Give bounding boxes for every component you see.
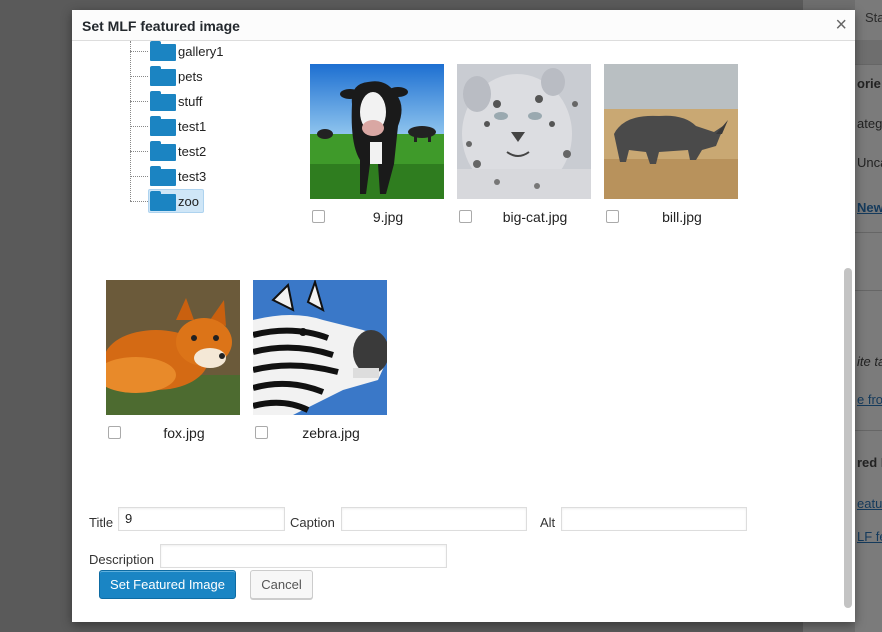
divider	[855, 290, 882, 291]
folder-item-test1[interactable]: test1	[130, 116, 290, 138]
image-checkbox[interactable]	[255, 426, 268, 439]
folder-icon	[150, 91, 176, 111]
alt-label: Alt	[540, 515, 556, 530]
folder-label: test1	[178, 119, 207, 134]
bg-link-tags: e fro	[857, 392, 882, 407]
alt-input[interactable]	[561, 507, 747, 531]
folder-label: test2	[178, 144, 207, 159]
folder-icon	[150, 166, 176, 186]
bg-link-featured: eature	[857, 496, 882, 511]
folder-item-stuff[interactable]: stuff	[130, 91, 290, 113]
image-thumbnail-zebra[interactable]	[253, 280, 387, 415]
image-checkbox[interactable]	[459, 210, 472, 223]
tree-branch	[130, 76, 148, 77]
image-tile[interactable]: fox.jpg	[106, 280, 246, 455]
caption-label: Caption	[290, 515, 335, 530]
dialog-header: Set MLF featured image ×	[72, 10, 855, 41]
featured-image-dialog: Set MLF featured image × gallery1 pets s…	[72, 10, 855, 622]
bg-text-tags: ite ta	[857, 354, 882, 369]
dialog-title: Set MLF featured image	[82, 18, 240, 34]
divider	[855, 430, 882, 431]
folder-item-test3[interactable]: test3	[130, 166, 290, 188]
folder-label: gallery1	[178, 44, 224, 59]
screen-options-tab: Sta	[855, 0, 882, 40]
title-input[interactable]: 9	[118, 507, 285, 531]
folder-label: zoo	[178, 194, 199, 209]
folder-icon	[150, 141, 176, 161]
folder-icon	[150, 191, 176, 211]
bg-link-mlf-featured: LF fea	[857, 529, 882, 544]
image-thumbnail-snow-leopard[interactable]	[457, 64, 591, 199]
image-filename: bill.jpg	[662, 209, 702, 225]
tree-branch	[130, 176, 148, 177]
image-thumbnail-rhino[interactable]	[604, 64, 738, 199]
scrollbar-thumb[interactable]	[844, 268, 852, 608]
bg-link-new: New	[857, 200, 882, 215]
folder-icon	[150, 116, 176, 136]
image-filename: 9.jpg	[372, 209, 404, 225]
image-checkbox[interactable]	[606, 210, 619, 223]
image-tile[interactable]: 9.jpg	[310, 64, 450, 239]
folder-item-test2[interactable]: test2	[130, 141, 290, 163]
folder-icon	[150, 41, 176, 61]
image-tile[interactable]: zebra.jpg	[253, 280, 393, 455]
folder-tree: gallery1 pets stuff test1 test2 test3 zo…	[128, 41, 308, 231]
bg-text-uncategorized: Unca	[857, 155, 882, 170]
folder-item-pets[interactable]: pets	[130, 66, 290, 88]
image-tile[interactable]: big-cat.jpg	[457, 64, 597, 239]
tree-branch	[130, 151, 148, 152]
divider	[855, 64, 882, 65]
image-thumbnail-fox[interactable]	[106, 280, 240, 415]
title-label: Title	[89, 515, 114, 530]
folder-label: pets	[178, 69, 203, 84]
dialog-scrollbar[interactable]	[844, 41, 852, 611]
admin-metabox-backdrop	[855, 64, 882, 632]
image-checkbox[interactable]	[108, 426, 121, 439]
dialog-body: gallery1 pets stuff test1 test2 test3 zo…	[72, 41, 855, 622]
tree-branch	[130, 201, 148, 202]
folder-item-gallery1[interactable]: gallery1	[130, 41, 290, 63]
image-filename: fox.jpg	[163, 425, 205, 441]
image-filename: big-cat.jpg	[502, 209, 568, 225]
close-icon[interactable]: ×	[835, 15, 847, 35]
image-thumbnail-cow[interactable]	[310, 64, 444, 199]
tree-branch	[130, 126, 148, 127]
folder-icon	[150, 66, 176, 86]
folder-item-zoo[interactable]: zoo	[130, 189, 290, 213]
set-featured-image-button[interactable]: Set Featured Image	[99, 570, 236, 599]
description-label: Description	[89, 552, 155, 567]
bg-text-featured: red I	[857, 455, 882, 470]
bg-text-categories: orie	[857, 76, 881, 91]
folder-label: test3	[178, 169, 207, 184]
cancel-button[interactable]: Cancel	[250, 570, 313, 599]
image-filename: zebra.jpg	[302, 425, 360, 441]
image-checkbox[interactable]	[312, 210, 325, 223]
folder-label: stuff	[178, 94, 203, 109]
tree-branch	[130, 101, 148, 102]
caption-input[interactable]	[341, 507, 527, 531]
bg-text-category: atego	[857, 116, 882, 131]
image-tile[interactable]: bill.jpg	[604, 64, 744, 239]
tree-branch	[130, 51, 148, 52]
divider	[855, 232, 882, 233]
description-input[interactable]	[160, 544, 447, 568]
